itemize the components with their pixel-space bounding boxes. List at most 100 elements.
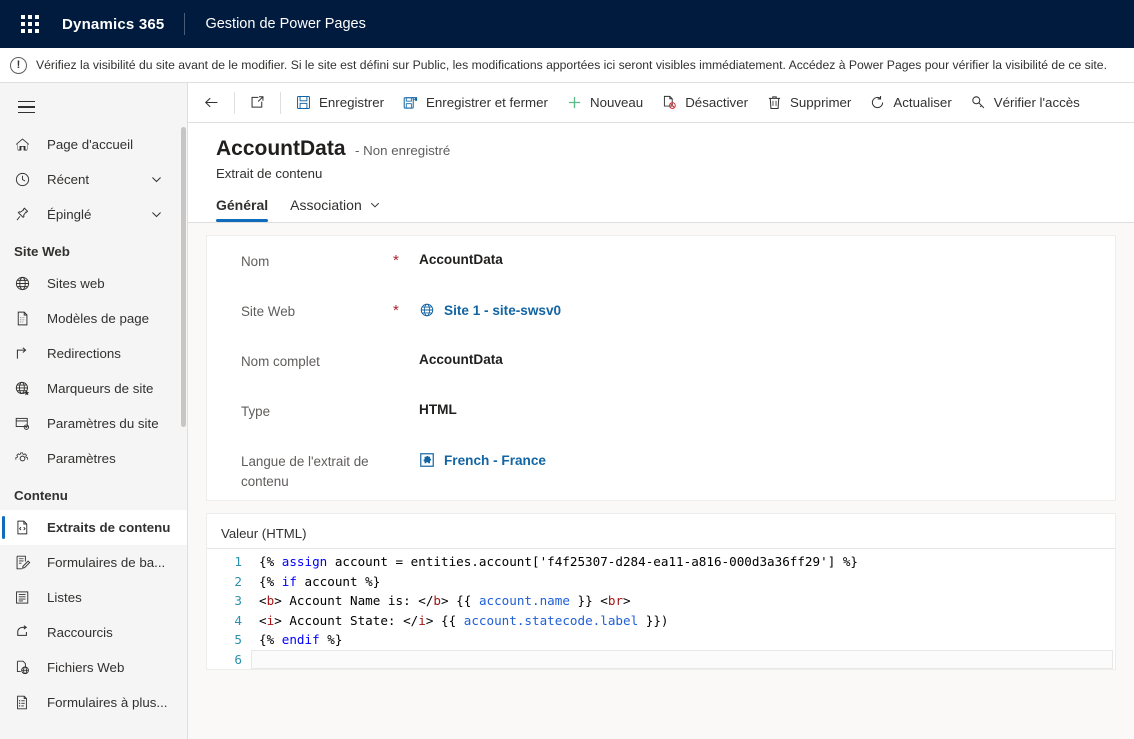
code-line-text[interactable]: {% endif %} xyxy=(251,630,342,650)
code-line: 2 {% if account %} xyxy=(207,572,1115,592)
header-divider xyxy=(184,13,186,35)
sidebar-item-marqueurs-de-site[interactable]: Marqueurs de site xyxy=(0,371,187,406)
code-line-text[interactable]: {% assign account = entities.account['f4… xyxy=(251,552,858,572)
back-button[interactable] xyxy=(194,87,229,119)
trash-icon xyxy=(768,96,781,109)
save-and-close-button[interactable]: Enregistrer et fermer xyxy=(393,87,557,119)
sidebar-item-parametres[interactable]: Paramètres xyxy=(0,441,187,476)
sidebar-item-recent[interactable]: Récent xyxy=(0,162,187,197)
app-launcher-icon[interactable] xyxy=(10,4,50,44)
tab-association[interactable]: Association xyxy=(290,197,381,222)
check-access-button[interactable]: Vérifier l'accès xyxy=(961,87,1089,119)
tab-label: Général xyxy=(216,197,269,213)
sidebar-item-label: Page d'accueil xyxy=(47,137,134,152)
field-langue: Langue de l'extrait de contenu French - … xyxy=(207,436,1115,500)
globe-icon xyxy=(14,275,36,293)
sidebar-item-sites-web[interactable]: Sites web xyxy=(0,266,187,301)
sidebar-item-formulaires-a-plusieurs-etapes[interactable]: Formulaires à plus... xyxy=(0,685,187,720)
code-line-text[interactable] xyxy=(251,649,1113,669)
html-value-card: Valeur (HTML) 1 {% assign account = enti… xyxy=(206,513,1116,670)
tab-label: Association xyxy=(290,197,362,213)
editor-label: Valeur (HTML) xyxy=(221,526,307,541)
required-indicator: * xyxy=(393,252,399,269)
save-icon xyxy=(297,96,310,109)
new-button[interactable]: Nouveau xyxy=(557,87,652,119)
multistep-form-icon xyxy=(14,694,36,712)
web-file-icon xyxy=(14,659,36,677)
line-number: 6 xyxy=(234,651,242,667)
delete-button[interactable]: Supprimer xyxy=(757,87,860,119)
sidebar-item-parametres-du-site[interactable]: Paramètres du site xyxy=(0,406,187,441)
field-value-link[interactable]: French - France xyxy=(444,453,546,468)
sidebar-item-raccourcis[interactable]: Raccourcis xyxy=(0,615,187,650)
save-button[interactable]: Enregistrer xyxy=(286,87,393,119)
home-icon xyxy=(14,136,36,154)
type-input[interactable]: HTML xyxy=(419,386,1115,417)
chevron-down-icon[interactable] xyxy=(150,173,163,186)
deactivate-button[interactable]: Désactiver xyxy=(652,87,757,119)
record-state: - Non enregistré xyxy=(354,143,451,158)
entity-name: Extrait de contenu xyxy=(216,166,323,181)
sidebar-item-label: Formulaires de ba... xyxy=(47,555,166,570)
save-label: Enregistrer xyxy=(319,95,385,110)
langue-lookup[interactable]: French - France xyxy=(419,436,1115,468)
required-indicator xyxy=(393,386,419,402)
sidebar-item-label: Paramètres du site xyxy=(47,416,159,431)
sidebar-item-modeles-de-page[interactable]: Modèles de page xyxy=(0,301,187,336)
shortcut-icon xyxy=(14,624,36,642)
chevron-down-icon[interactable] xyxy=(369,199,381,211)
line-number: 1 xyxy=(234,554,242,569)
refresh-button[interactable]: Actualiser xyxy=(860,87,960,119)
main-content: Enregistrer Enregistrer et fermer Nouvea… xyxy=(188,83,1134,739)
nom-input[interactable]: AccountData xyxy=(419,236,1115,267)
sidebar-scrollbar[interactable] xyxy=(181,127,186,427)
sidebar-item-extraits-de-contenu[interactable]: Extraits de contenu xyxy=(0,510,187,545)
form-body: Nom * AccountData Site Web * Site 1 - si… xyxy=(188,223,1134,739)
alert-exclamation-icon: ! xyxy=(10,56,27,74)
field-type: Type HTML xyxy=(207,386,1115,436)
brand-title[interactable]: Dynamics 365 xyxy=(62,16,164,33)
field-value-text: AccountData xyxy=(419,352,503,367)
notification-bar: ! Vérifiez la visibilité du site avant d… xyxy=(0,48,1134,83)
line-number: 3 xyxy=(234,593,242,608)
code-line-active: 6 xyxy=(207,649,1115,670)
app-name[interactable]: Gestion de Power Pages xyxy=(205,16,365,32)
required-indicator xyxy=(393,336,419,352)
field-value-text: AccountData xyxy=(419,252,503,267)
back-arrow-icon xyxy=(204,97,218,108)
sidebar-item-label: Paramètres xyxy=(47,451,116,466)
site-web-lookup[interactable]: Site 1 - site-swsv0 xyxy=(419,286,1115,318)
list-icon xyxy=(14,589,36,607)
form-tabs: Général Association xyxy=(216,197,1134,222)
sidebar-item-pinned[interactable]: Épinglé xyxy=(0,197,187,232)
code-line-text[interactable]: <i> Account State: </i> {{ account.state… xyxy=(251,611,669,631)
field-value-text: HTML xyxy=(419,402,457,417)
code-line: 5 {% endif %} xyxy=(207,630,1115,650)
sidebar-item-listes[interactable]: Listes xyxy=(0,580,187,615)
check-access-label: Vérifier l'accès xyxy=(993,95,1080,110)
new-label: Nouveau xyxy=(589,95,644,110)
code-line-text[interactable]: <b> Account Name is: </b> {{ account.nam… xyxy=(251,591,631,611)
tab-general[interactable]: Général xyxy=(216,197,269,222)
field-label: Site Web xyxy=(241,304,296,319)
sidebar-item-fichiers-web[interactable]: Fichiers Web xyxy=(0,650,187,685)
open-in-new-window-button[interactable] xyxy=(240,87,275,119)
sidebar-item-formulaires-de-base[interactable]: Formulaires de ba... xyxy=(0,545,187,580)
chevron-down-icon[interactable] xyxy=(150,208,163,221)
deactivate-label: Désactiver xyxy=(685,95,749,110)
plus-icon xyxy=(568,96,581,109)
command-separator xyxy=(234,91,235,114)
command-bar: Enregistrer Enregistrer et fermer Nouvea… xyxy=(188,83,1134,123)
hamburger-menu-icon[interactable] xyxy=(6,87,46,127)
site-settings-icon xyxy=(14,415,36,433)
line-number: 4 xyxy=(234,612,242,628)
code-line: 4 <i> Account State: </i> {{ account.sta… xyxy=(207,611,1115,631)
sidebar-item-label: Raccourcis xyxy=(47,625,113,640)
field-value-link[interactable]: Site 1 - site-swsv0 xyxy=(444,303,561,318)
sidebar-item-redirections[interactable]: Redirections xyxy=(0,336,187,371)
sidebar-item-home[interactable]: Page d'accueil xyxy=(0,127,187,162)
globe-icon xyxy=(419,302,435,318)
html-code-editor[interactable]: 1 {% assign account = entities.account['… xyxy=(207,548,1115,669)
code-line-text[interactable]: {% if account %} xyxy=(251,572,380,592)
nom-complet-input[interactable]: AccountData xyxy=(419,336,1115,367)
